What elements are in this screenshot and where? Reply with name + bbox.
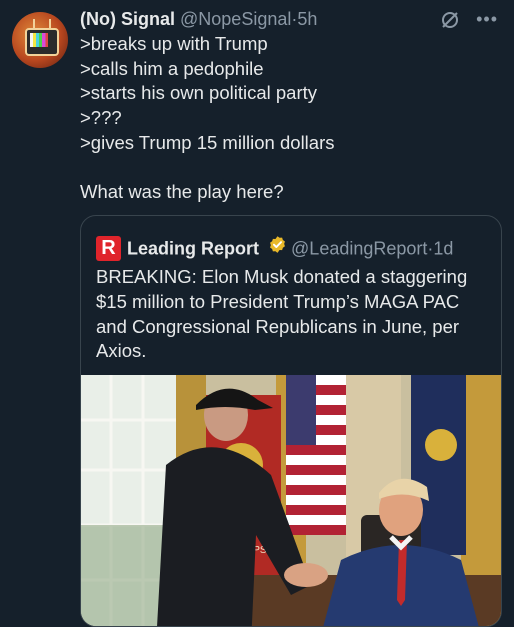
quoted-author-handle[interactable]: @LeadingReport <box>291 238 427 258</box>
more-options-icon[interactable]: ••• <box>476 6 498 32</box>
tweet-text: >breaks up with Trump >calls him a pedop… <box>80 32 500 205</box>
author-name[interactable]: (No) Signal <box>80 9 175 29</box>
quoted-line: BREAKING: Elon Musk donated a staggering <box>96 266 468 287</box>
quoted-header: R Leading Report @LeadingReport·1d <box>96 234 453 261</box>
tweet-line: >gives Trump 15 million dollars <box>80 131 335 153</box>
tweet-line: >??? <box>80 107 122 129</box>
tweet-line: >starts his own political party <box>80 82 318 104</box>
quoted-line: and Congressional Republicans in June, p… <box>96 315 460 337</box>
quoted-text: BREAKING: Elon Musk donated a staggering… <box>96 265 492 364</box>
tweet-time[interactable]: 5h <box>297 9 317 29</box>
quoted-photo[interactable]: CORPS <box>81 375 501 626</box>
author-handle[interactable]: @NopeSignal <box>180 9 291 29</box>
quoted-tweet[interactable]: R Leading Report @LeadingReport·1d BREAKI… <box>80 215 502 627</box>
leading-report-logo-icon[interactable]: R <box>96 235 121 261</box>
tweet-line: What was the play here? <box>80 181 284 203</box>
gold-check-icon <box>268 235 287 261</box>
tweet-header: (No) Signal @NopeSignal·5h ••• <box>80 6 500 32</box>
quoted-line: $15 million to President Trump’s MAGA PA… <box>96 290 460 312</box>
tweet-line: >calls him a pedophile <box>80 57 264 79</box>
quoted-line: Axios. <box>96 340 147 362</box>
retro-tv-icon <box>25 28 59 56</box>
avatar[interactable] <box>12 12 68 68</box>
quoted-time[interactable]: 1d <box>433 238 453 258</box>
quoted-author-name[interactable]: Leading Report <box>127 238 259 258</box>
tweet-line: >breaks up with Trump <box>80 33 268 54</box>
